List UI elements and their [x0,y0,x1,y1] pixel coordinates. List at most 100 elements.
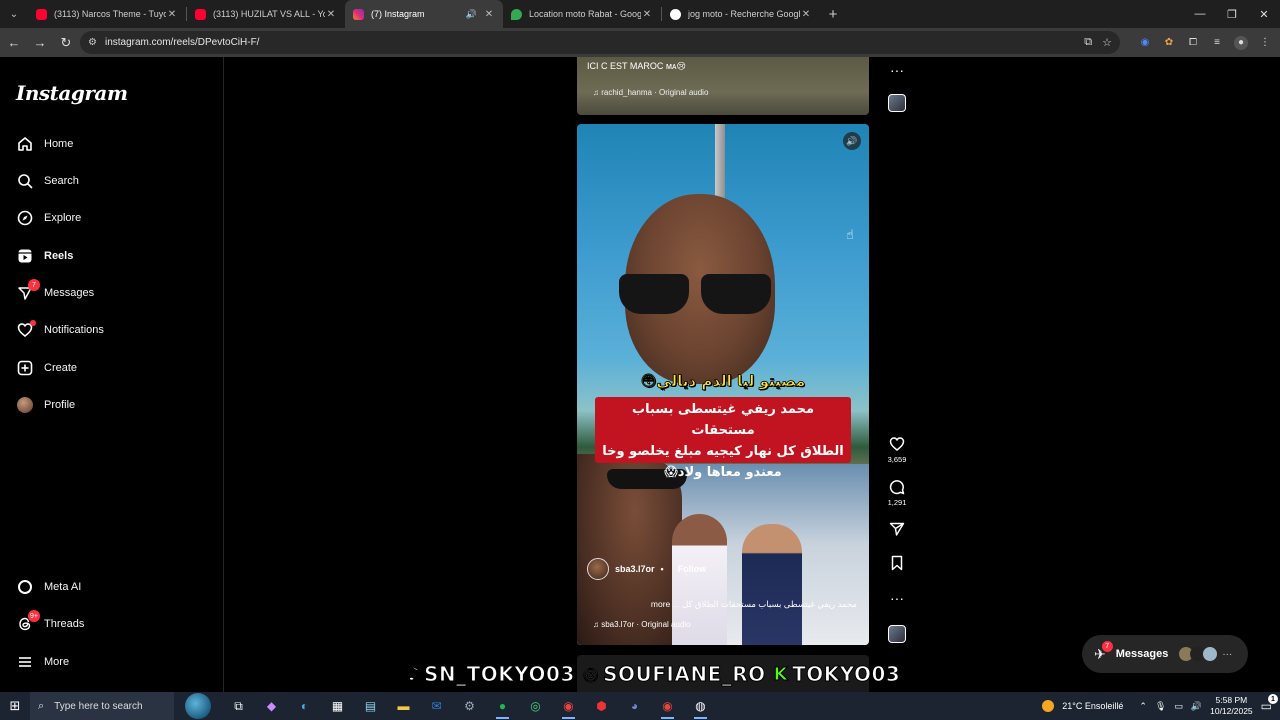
edge-icon[interactable]: ◐ [288,692,321,720]
back-arrow-icon[interactable]: ← [2,31,26,55]
kebab-menu-icon[interactable]: ⋮ [1258,36,1272,50]
more-options-icon[interactable]: ··· [890,61,904,79]
reel-previous[interactable]: ICI C EST MAROC ᴍᴀ😢 ♫ rachid_hanma · Ori… [577,57,869,115]
search-highlight-icon[interactable] [174,692,222,720]
restore-icon[interactable]: ❐ [1216,0,1248,28]
network-icon[interactable]: ▭ [1174,701,1183,712]
nav-more[interactable]: More [16,647,69,677]
send-icon [889,520,905,538]
author-username[interactable]: sba3.l7or [615,564,655,574]
reload-icon[interactable]: ↻ [54,31,78,55]
nav-explore[interactable]: Explore [16,203,81,233]
nav-label: Threads [44,618,85,630]
taskbar-search[interactable]: ⌕ Type here to search [30,692,174,720]
tab-google-maps[interactable]: Location moto Rabat - Google ✕ [503,0,661,28]
author-avatar[interactable] [587,558,609,580]
extension-flower-icon[interactable]: ✿ [1162,36,1176,50]
obs-icon[interactable]: ◍ [684,692,717,720]
weather-text[interactable]: 21°C Ensoleillé [1062,701,1123,711]
audio-label: sba3.l7or · Original audio [601,620,691,629]
install-app-icon[interactable]: ⧉ [1084,36,1092,49]
messages-label: Messages [1115,648,1169,660]
chrome-icon-2[interactable]: ◉ [651,692,684,720]
nav-search[interactable]: Search [16,166,79,196]
mouse-cursor-icon: ☝ [846,227,854,242]
discord-icon[interactable]: ◕ [618,692,651,720]
threads-icon: 9+ [16,610,40,633]
tab-google-search[interactable]: jog moto - Recherche Google ✕ [662,0,820,28]
notepad-icon[interactable]: ▤ [354,692,387,720]
volume-icon[interactable]: 🔊 [843,132,861,150]
tab-search-button[interactable]: ⌄ [0,0,28,28]
instagram-logo[interactable]: Instagram [16,81,128,105]
stream-handle-tiktok: ♪ SN_TOKYO03 [408,662,575,687]
spotify-icon[interactable]: ● [486,692,519,720]
more-options-icon: ··· [890,590,904,606]
bookmark-star-icon[interactable]: ☆ [1102,36,1112,49]
app-green-icon[interactable]: ◎ [519,692,552,720]
tab-youtube-narcos[interactable]: (3113) Narcos Theme - Tuyo (E ✕ [28,0,186,28]
nav-threads[interactable]: 9+ Threads [16,609,84,639]
reel-author: sba3.l7or • Follow [587,558,706,580]
reel-audio[interactable]: ♫ sba3.l7or · Original audio [593,620,691,629]
app-red-icon[interactable]: ⬢ [585,692,618,720]
stream-handle-instagram: ◎ SOUFIANE_RO [582,662,765,687]
audio-thumbnail[interactable] [888,625,906,643]
media-controls-icon[interactable]: ≡ [1210,36,1224,50]
speaker-icon[interactable]: 🔊 [466,9,477,20]
taskbar-clock[interactable]: 5:58 PM 10/12/2025 [1210,695,1253,717]
nav-profile[interactable]: Profile [16,390,75,420]
messages-dock[interactable]: ✈ 7 Messages ··· [1082,635,1248,673]
close-icon[interactable]: ✕ [641,9,653,20]
nav-notifications[interactable]: Notifications [16,315,104,345]
copilot-icon[interactable]: ◆ [255,692,288,720]
reel-video[interactable]: مصيتو ليا الدم ديالي😳 محمد ريفي غيتسطى ب… [577,124,869,645]
nav-label: Notifications [44,324,104,336]
tab-title: Location moto Rabat - Google [529,9,641,19]
volume-icon[interactable]: 🔊 [1191,701,1202,712]
reel-caption[interactable]: محمد ريفي غيتسطى بسباب مستحقات الطلاق كل… [587,599,857,610]
file-explorer-icon[interactable]: ▬ [387,692,420,720]
task-view-icon[interactable]: ⧉ [222,692,255,720]
more-options-icon[interactable]: ··· [1222,649,1232,660]
notification-center-icon[interactable]: ▭ 1 [1261,694,1278,713]
tab-youtube-huzilat[interactable]: (3113) HUZILAT VS ALL - YouTu ✕ [187,0,345,28]
audio-thumbnail[interactable] [888,94,906,112]
youtube-icon [195,8,206,20]
share-action[interactable] [884,520,910,538]
like-action[interactable]: 3,659 [884,435,910,464]
outlook-icon[interactable]: ✉ [420,692,453,720]
compass-icon [16,209,34,227]
new-tab-button[interactable]: + [820,0,846,28]
close-icon[interactable]: ✕ [800,9,812,20]
profile-avatar-icon[interactable]: ● [1234,35,1248,50]
nav-reels[interactable]: Reels [16,241,73,271]
microsoft-store-icon[interactable]: ▦ [321,692,354,720]
extensions-puzzle-icon[interactable]: ⧠ [1186,36,1200,50]
microphone-icon[interactable]: 🎙 [1155,701,1166,712]
nav-create[interactable]: Create [16,353,77,383]
chevron-up-icon[interactable]: ⌃ [1139,701,1147,712]
address-bar[interactable]: ⚙ instagram.com/reels/DPevtoCiH-F/ ⧉ ☆ [80,31,1120,54]
messenger-icon: 7 [16,279,40,302]
save-action[interactable] [884,554,910,572]
close-icon[interactable]: ✕ [325,9,337,20]
nav-home[interactable]: Home [16,129,73,159]
reel-audio[interactable]: ♫ rachid_hanma · Original audio [593,88,708,97]
comment-action[interactable]: 1,291 [884,478,910,507]
follow-button[interactable]: Follow [678,564,707,574]
tab-instagram[interactable]: (7) Instagram 🔊 ✕ [345,0,503,28]
minimize-icon[interactable]: — [1184,0,1216,28]
close-window-icon[interactable]: ✕ [1248,0,1280,28]
nav-messages[interactable]: 7 Messages [16,278,94,308]
chrome-icon[interactable]: ◉ [552,692,585,720]
site-info-icon[interactable]: ⚙ [88,37,97,48]
close-icon[interactable]: ✕ [483,9,495,20]
windows-start-icon[interactable]: ⊞ [0,692,30,720]
extension-shield-icon[interactable]: ◉ [1138,36,1152,50]
forward-arrow-icon[interactable]: → [28,31,52,55]
nav-meta-ai[interactable]: Meta AI [16,572,81,602]
close-icon[interactable]: ✕ [166,9,178,20]
steam-icon[interactable]: ⚙ [453,692,486,720]
more-action[interactable]: ··· [884,589,910,607]
